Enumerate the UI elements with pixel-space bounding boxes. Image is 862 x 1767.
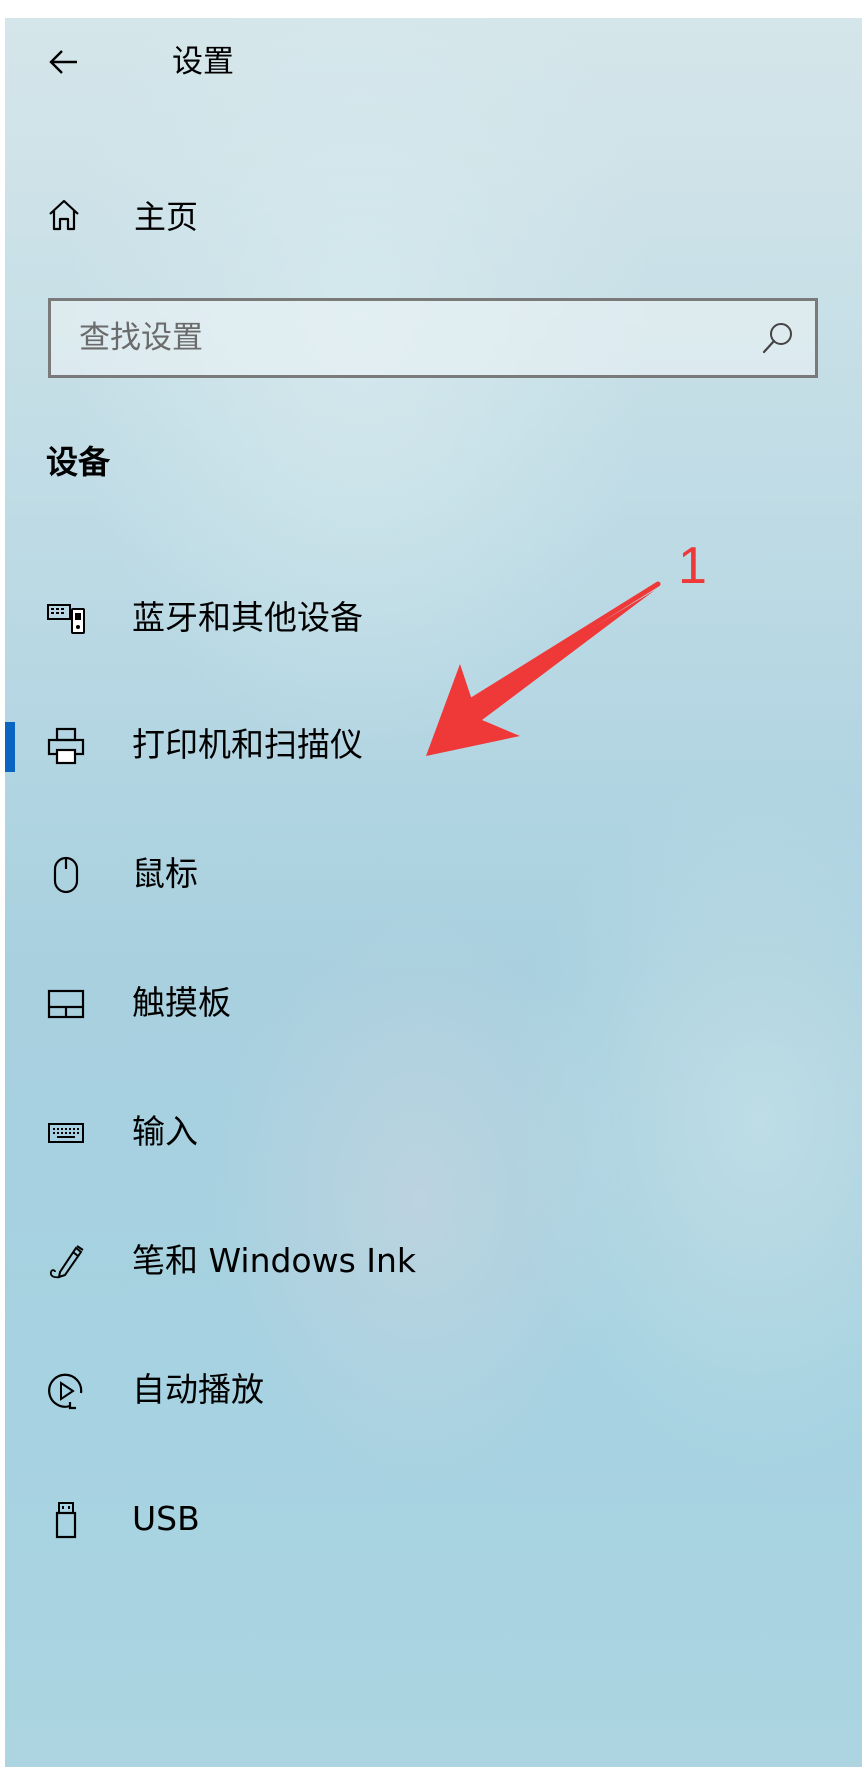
annotation-arrow [426,581,661,756]
back-arrow-icon [49,50,77,74]
section-title: 设备 [46,443,111,481]
printer-icon [47,727,85,765]
nav-item-touchpad[interactable]: 触摸板 [0,958,740,1048]
nav-item-mouse[interactable]: 鼠标 [0,829,740,919]
nav-item-label: 笔和 Windows Ink [132,1241,417,1280]
nav-item-label: 打印机和扫描仪 [132,725,363,764]
nav-item-pen-windows-ink[interactable]: 笔和 Windows Ink [0,1216,740,1306]
nav-item-label: 蓝牙和其他设备 [132,598,363,637]
back-button[interactable] [40,38,88,86]
keyboard-icon [48,1123,84,1143]
selected-indicator [5,722,15,772]
nav-item-label: 自动播放 [132,1370,264,1409]
home-nav-item[interactable]: 主页 [46,190,446,240]
search-input[interactable] [51,301,741,375]
nav-item-label: 触摸板 [132,983,231,1022]
annotation-number: 1 [678,537,707,595]
usb-icon [55,1502,77,1539]
nav-item-usb[interactable]: USB [0,1474,740,1564]
autoplay-icon [48,1373,83,1410]
bluetooth-devices-icon [47,604,85,634]
mouse-icon [53,856,79,894]
nav-item-autoplay[interactable]: 自动播放 [0,1345,740,1435]
search-icon[interactable] [759,319,797,357]
pen-icon [49,1245,84,1279]
nav-item-label: 鼠标 [132,854,198,893]
home-icon [49,199,79,231]
settings-navigation-pane: 设置 主页 设备 蓝牙和其他设备 打印机和 [0,0,862,1767]
nav-item-typing[interactable]: 输入 [0,1087,740,1177]
top-margin [0,0,862,18]
search-box[interactable] [48,298,818,378]
touchpad-icon [47,989,85,1019]
app-title: 设置 [172,44,234,80]
nav-item-label: USB [132,1499,200,1538]
nav-item-label: 输入 [132,1112,198,1151]
home-label: 主页 [134,198,199,236]
